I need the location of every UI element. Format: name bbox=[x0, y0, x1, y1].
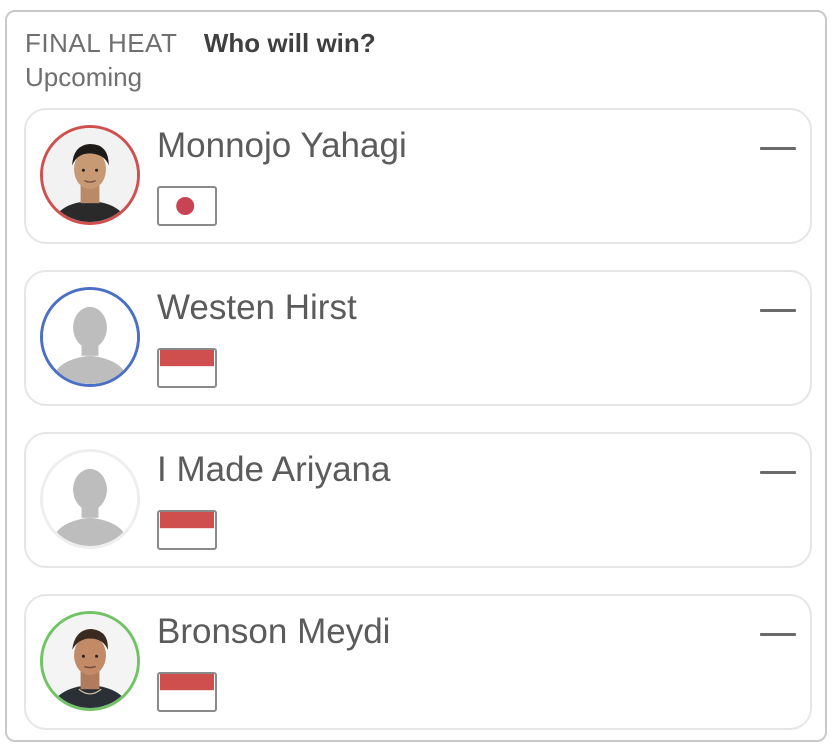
heat-status: Upcoming bbox=[25, 62, 143, 92]
athlete-avatar bbox=[40, 449, 140, 549]
score-placeholder-dash bbox=[760, 633, 796, 636]
score-placeholder-dash bbox=[760, 147, 796, 150]
athlete-photo-icon bbox=[43, 614, 137, 708]
heat-label: FINAL HEAT bbox=[25, 28, 178, 58]
japan-flag-icon bbox=[157, 186, 217, 226]
user-silhouette-icon bbox=[43, 452, 137, 546]
heat-card: FINAL HEAT Who will win? Upcoming Monnoj… bbox=[5, 10, 827, 742]
indonesia-flag-icon bbox=[157, 510, 217, 550]
athlete-avatar bbox=[40, 611, 140, 711]
user-silhouette-icon bbox=[43, 290, 137, 384]
competitor-row-monnojo-yahagi[interactable]: Monnojo Yahagi bbox=[24, 108, 812, 244]
indonesia-flag-icon bbox=[157, 348, 217, 388]
athlete-avatar bbox=[40, 287, 140, 387]
competitor-row-bronson-meydi[interactable]: Bronson Meydi bbox=[24, 594, 812, 730]
competitor-row-i-made-ariyana[interactable]: I Made Ariyana bbox=[24, 432, 812, 568]
score-placeholder-dash bbox=[760, 309, 796, 312]
indonesia-flag-icon bbox=[157, 672, 217, 712]
competitor-row-westen-hirst[interactable]: Westen Hirst bbox=[24, 270, 812, 406]
competitor-name: I Made Ariyana bbox=[157, 450, 391, 489]
competitor-name: Bronson Meydi bbox=[157, 612, 391, 651]
heat-header: FINAL HEAT Who will win? bbox=[25, 28, 376, 59]
competitor-name: Monnojo Yahagi bbox=[157, 126, 407, 165]
score-placeholder-dash bbox=[760, 471, 796, 474]
competitor-name: Westen Hirst bbox=[157, 288, 357, 327]
prediction-question: Who will win? bbox=[203, 28, 376, 58]
athlete-photo-icon bbox=[43, 128, 137, 222]
athlete-avatar bbox=[40, 125, 140, 225]
